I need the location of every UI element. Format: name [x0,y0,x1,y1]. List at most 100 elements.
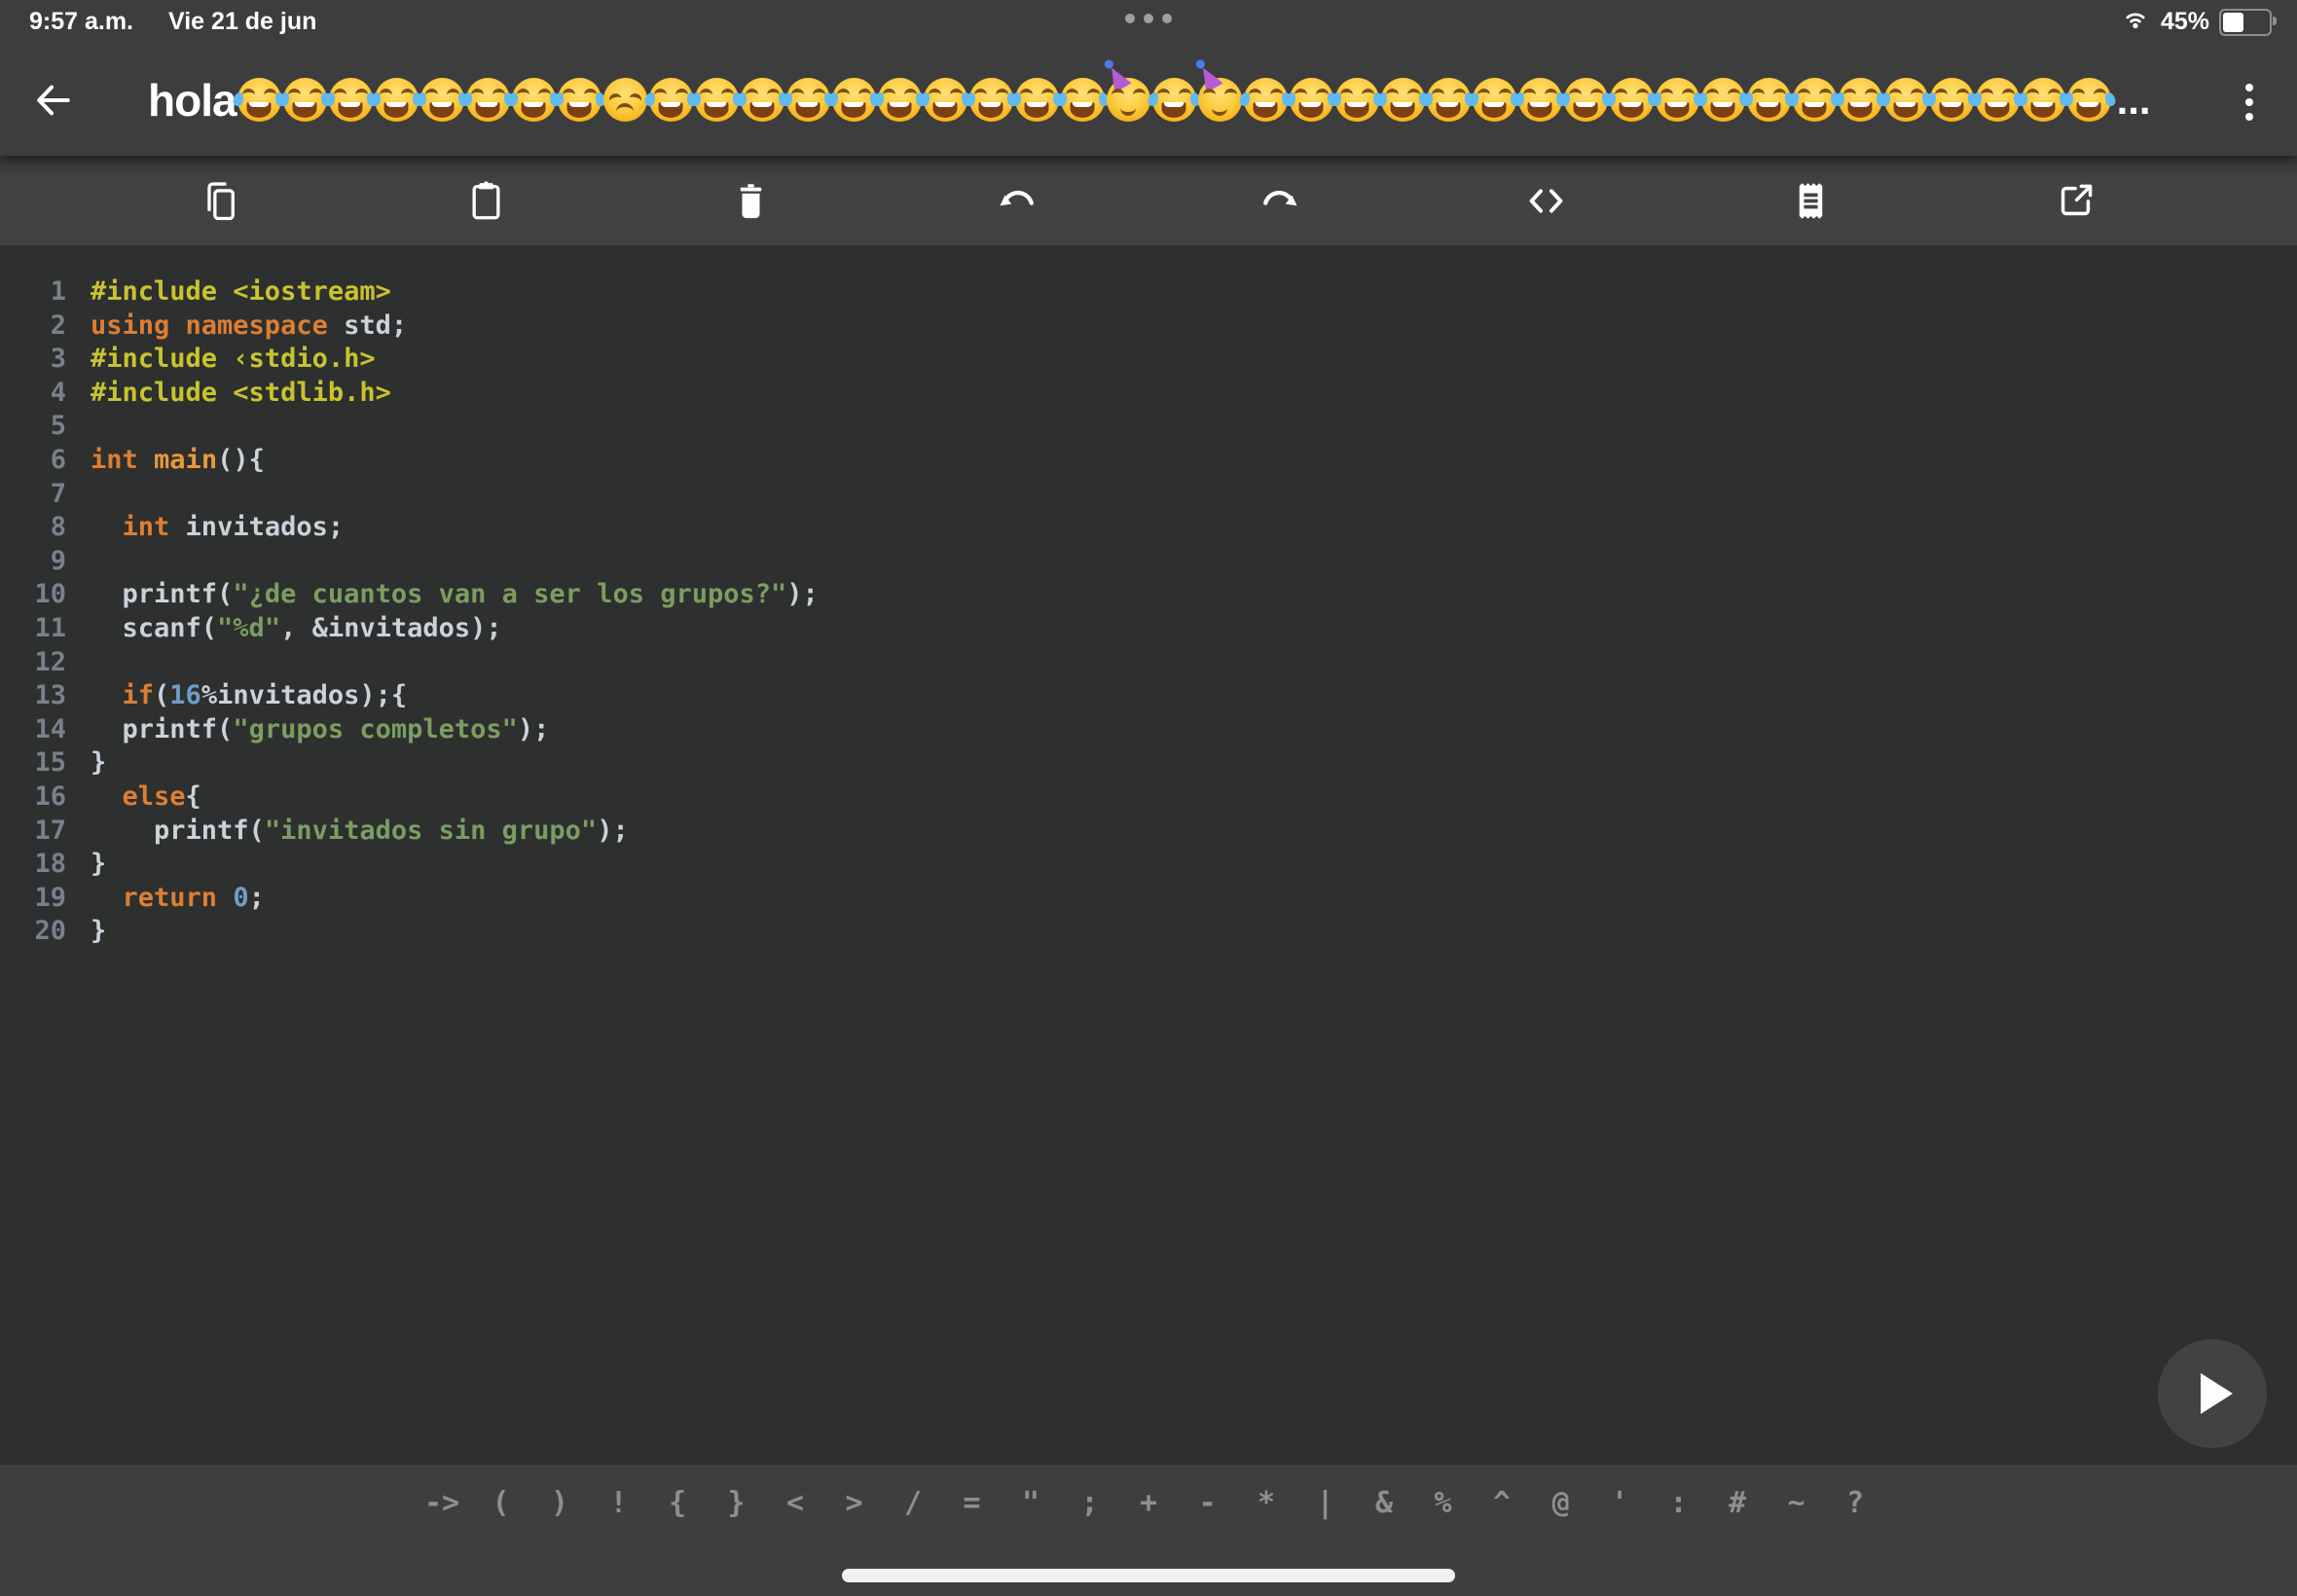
code-text [91,646,106,680]
run-button[interactable] [2158,1339,2267,1448]
code-line[interactable]: 18} [0,848,2297,882]
symbol-key[interactable]: ? [1826,1486,1885,1520]
code-line[interactable]: 9 [0,545,2297,579]
code-line[interactable]: 11 scanf("%d", &invitados); [0,612,2297,646]
laugh-emoji [1015,78,1059,122]
redo-button[interactable] [1247,166,1315,235]
code-line[interactable]: 17 printf("invitados sin grupo"); [0,815,2297,849]
symbol-key[interactable]: : [1649,1486,1708,1520]
laugh-emoji [283,78,327,122]
laugh-emoji [1564,78,1608,122]
battery-icon [2219,9,2272,36]
symbol-key[interactable]: | [1295,1486,1355,1520]
home-indicator[interactable] [842,1569,1455,1582]
laugh-emoji [1747,78,1791,122]
title-text: hola [148,74,237,127]
symbol-key[interactable]: ; [1060,1486,1119,1520]
delete-button[interactable] [717,166,785,235]
symbol-key[interactable]: ^ [1473,1486,1532,1520]
laugh-emoji [329,78,373,122]
copy-button[interactable] [187,166,255,235]
party-emoji [1107,78,1150,122]
symbol-key[interactable]: ! [589,1486,648,1520]
undo-button[interactable] [982,166,1050,235]
code-text: } [91,746,106,780]
laugh-emoji [1976,78,2020,122]
code-line[interactable]: 7 [0,478,2297,512]
symbol-key[interactable]: ' [1590,1486,1650,1520]
open-in-new-button[interactable] [2042,166,2110,235]
laugh-emoji [1061,78,1105,122]
code-editor-area[interactable]: 1#include <iostream>2using namespace std… [0,245,2297,1465]
line-number: 9 [0,545,66,579]
code-text: #include ‹stdio.h> [91,343,376,377]
symbol-key[interactable]: } [707,1486,766,1520]
code-line[interactable]: 12 [0,646,2297,680]
code-line[interactable]: 5 [0,410,2297,444]
line-number: 10 [0,578,66,612]
symbol-key[interactable]: - [1178,1486,1237,1520]
code-line[interactable]: 16 else{ [0,780,2297,815]
code-line[interactable]: 13 if(16%invitados);{ [0,679,2297,713]
code-text [91,478,106,512]
code-line[interactable]: 3#include ‹stdio.h> [0,343,2297,377]
symbol-key[interactable]: -> [413,1486,472,1520]
code-line[interactable]: 8 int invitados; [0,511,2297,545]
code-brackets-button[interactable] [1512,166,1580,235]
line-number: 7 [0,478,66,512]
laugh-emoji [1152,78,1196,122]
code-line[interactable]: 20} [0,915,2297,949]
symbol-key[interactable]: ) [530,1486,590,1520]
symbol-key[interactable]: > [824,1486,884,1520]
symbol-key[interactable]: @ [1531,1486,1590,1520]
code-line[interactable]: 6int main(){ [0,444,2297,478]
code-line[interactable]: 10 printf("¿de cuantos van a ser los gru… [0,578,2297,612]
symbol-key[interactable]: ( [471,1486,530,1520]
laugh-emoji [649,78,693,122]
symbol-key[interactable]: & [1355,1486,1414,1520]
code-line[interactable]: 14 printf("grupos completos"); [0,713,2297,747]
laugh-emoji [786,78,830,122]
laugh-emoji [1930,78,1974,122]
symbol-key[interactable]: < [766,1486,825,1520]
date: Vie 21 de jun [168,8,316,36]
laugh-emoji [1427,78,1471,122]
laugh-emoji [832,78,876,122]
symbol-key[interactable]: " [1002,1486,1061,1520]
line-number: 19 [0,882,66,916]
symbol-key[interactable]: { [648,1486,708,1520]
line-number: 11 [0,612,66,646]
code-line[interactable]: 2using namespace std; [0,309,2297,344]
code-line[interactable]: 1#include <iostream> [0,275,2297,309]
code-text: printf("¿de cuantos van a ser los grupos… [91,578,819,612]
line-number: 18 [0,848,66,882]
clock: 9:57 a.m. [29,8,133,36]
redo-icon [1258,178,1304,224]
laugh-emoji [1839,78,1882,122]
code-text: scanf("%d", &invitados); [91,612,502,646]
symbol-key[interactable]: = [942,1486,1002,1520]
line-number: 20 [0,915,66,949]
laugh-emoji [741,78,784,122]
laugh-emoji [878,78,922,122]
symbol-key[interactable]: + [1119,1486,1179,1520]
symbol-key[interactable]: # [1708,1486,1768,1520]
code-brackets-icon [1523,178,1569,224]
symbol-key[interactable]: ~ [1767,1486,1826,1520]
paste-icon [463,178,509,224]
laugh-emoji [1244,78,1288,122]
back-button[interactable] [21,71,84,133]
paste-button[interactable] [452,166,520,235]
symbol-key[interactable]: * [1237,1486,1296,1520]
symbol-key[interactable]: / [884,1486,943,1520]
code-line[interactable]: 4#include <stdlib.h> [0,377,2297,411]
laugh-emoji [375,78,419,122]
overflow-menu-button[interactable] [2229,73,2270,131]
copy-icon [199,178,244,224]
line-number: 13 [0,679,66,713]
receipt-button[interactable] [1777,166,1845,235]
symbol-key[interactable]: % [1413,1486,1473,1520]
code-line[interactable]: 19 return 0; [0,882,2297,916]
laugh-emoji [969,78,1013,122]
code-line[interactable]: 15} [0,746,2297,780]
